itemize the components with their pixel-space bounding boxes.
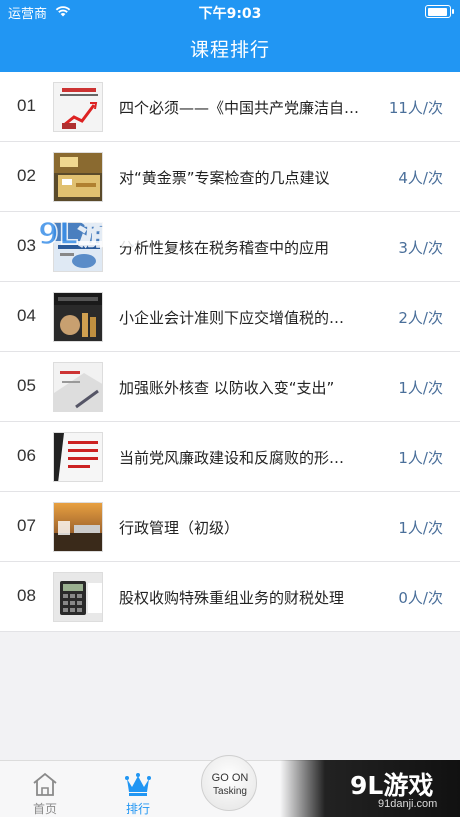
tasking-label: Tasking <box>213 786 247 797</box>
view-count: 2人/次 <box>398 309 443 327</box>
course-row[interactable]: 06 当前党风廉政建设和反腐败的形… 1人/次 <box>0 422 460 492</box>
course-title: 行政管理（初级） <box>119 519 240 537</box>
view-count: 11人/次 <box>388 99 443 117</box>
course-row[interactable]: 01 四个必须——《中国共产党廉洁自… 11人/次 <box>0 72 460 142</box>
course-row[interactable]: 04 小企业会计准则下应交增值税的… 2人/次 <box>0 282 460 352</box>
course-thumbnail <box>53 432 103 482</box>
tab-home[interactable]: 首页 <box>10 761 80 817</box>
go-on-label: GO ON <box>211 772 249 784</box>
course-title: 加强账外核查 以防收入变“支出” <box>119 379 335 397</box>
view-count: 0人/次 <box>398 589 443 607</box>
tab-rank[interactable]: 排行 <box>103 761 173 817</box>
rank-number: 08 <box>17 586 36 605</box>
view-count: 1人/次 <box>398 449 443 467</box>
clock: 下午9:03 <box>198 6 262 22</box>
watermark-url: 91danji.com <box>378 798 438 810</box>
course-title: 对“黄金票”专案检查的几点建议 <box>119 169 330 187</box>
course-row[interactable]: 05 加强账外核查 以防收入变“支出” 1人/次 <box>0 352 460 422</box>
watermark-logo: 9L游戏 <box>37 210 139 260</box>
course-row[interactable]: 07 行政管理（初级） 1人/次 <box>0 492 460 562</box>
course-thumbnail <box>53 362 103 412</box>
view-count: 1人/次 <box>398 379 443 397</box>
rank-number: 05 <box>17 376 36 395</box>
watermark-banner: 9L游戏 91danji.com <box>280 760 460 817</box>
crown-icon <box>125 773 151 796</box>
watermark-title: 9L游戏 <box>350 771 434 800</box>
rank-number: 01 <box>17 96 36 115</box>
rank-number: 02 <box>17 166 36 185</box>
course-thumbnail <box>53 82 103 132</box>
watermark-logo-text: 9L游戏 <box>38 217 138 252</box>
course-title: 小企业会计准则下应交增值税的… <box>119 309 345 327</box>
course-title: 分析性复核在税务稽查中的应用 <box>119 239 330 257</box>
course-row[interactable]: 02 对“黄金票”专案检查的几点建议 4人/次 <box>0 142 460 212</box>
rank-number: 04 <box>17 306 36 325</box>
rank-number: 07 <box>17 516 36 535</box>
course-thumbnail <box>53 572 103 622</box>
rank-number: 06 <box>17 446 36 465</box>
course-title: 股权收购特殊重组业务的财税处理 <box>119 589 345 607</box>
course-thumbnail <box>53 502 103 552</box>
view-count: 4人/次 <box>398 169 443 187</box>
view-count: 1人/次 <box>398 519 443 537</box>
course-thumbnail <box>53 152 103 202</box>
tab-home-label: 首页 <box>32 802 57 816</box>
view-count: 3人/次 <box>398 239 443 257</box>
course-title: 四个必须——《中国共产党廉洁自… <box>119 99 360 117</box>
course-title: 当前党风廉政建设和反腐败的形… <box>119 449 345 467</box>
rank-number: 03 <box>17 236 36 255</box>
course-list: 01 四个必须——《中国共产党廉洁自… 11人/次 02 对“黄金票”专案检查的… <box>0 72 460 632</box>
status-bar: 运营商 下午9:03 <box>0 0 460 24</box>
home-icon <box>33 772 57 796</box>
top-bar: 运营商 下午9:03 课程排行 <box>0 0 460 72</box>
go-on-tasking-button[interactable]: GO ON Tasking <box>201 755 257 811</box>
battery-icon <box>425 5 454 18</box>
course-row[interactable]: 08 股权收购特殊重组业务的财税处理 0人/次 <box>0 562 460 632</box>
tab-rank-label: 排行 <box>125 802 150 816</box>
page-title: 课程排行 <box>189 39 270 61</box>
course-thumbnail <box>53 292 103 342</box>
